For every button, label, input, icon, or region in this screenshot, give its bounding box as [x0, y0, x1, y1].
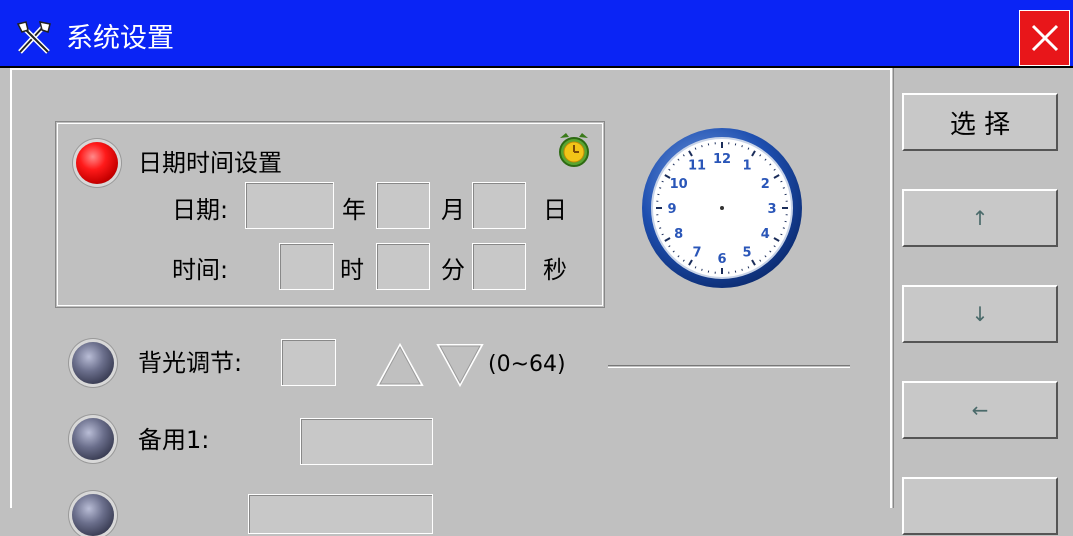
year-field[interactable]	[245, 182, 334, 229]
time-label: 时间:	[172, 255, 228, 285]
month-field[interactable]	[376, 182, 430, 229]
spare2-led-indicator[interactable]	[72, 494, 114, 536]
triangle-down-icon[interactable]	[436, 342, 484, 388]
backlight-slider-track[interactable]	[608, 365, 850, 368]
clock-number: 12	[713, 152, 731, 167]
left-button[interactable]: ←	[902, 381, 1058, 439]
up-button[interactable]: ↑	[902, 189, 1058, 247]
backlight-led-indicator[interactable]	[72, 342, 114, 384]
clock-tick	[783, 188, 785, 189]
clock-number: 6	[717, 252, 726, 267]
clock-number: 5	[742, 245, 751, 260]
clock-tick	[783, 228, 785, 229]
arrow-down-icon: ↓	[972, 302, 989, 326]
spare1-led-indicator[interactable]	[72, 418, 114, 460]
second-field[interactable]	[472, 243, 526, 290]
panel-divider	[890, 68, 892, 508]
panel-divider-shadow	[893, 68, 894, 508]
close-button[interactable]	[1019, 10, 1070, 66]
clock-tick	[742, 145, 743, 147]
clock-tick	[702, 145, 703, 147]
analog-clock: 12 12 3 45 6 78 9 1011	[640, 126, 804, 290]
arrow-up-icon: ↑	[972, 206, 989, 230]
clock-tick	[742, 269, 743, 271]
spare2-field[interactable]	[248, 494, 433, 534]
clock-number: 1	[742, 159, 751, 174]
alarm-clock-icon	[556, 130, 592, 170]
clock-number: 7	[692, 245, 701, 260]
month-unit: 月	[441, 195, 465, 225]
select-button[interactable]: 选 择	[902, 93, 1058, 151]
clock-number: 11	[688, 159, 706, 174]
day-unit: 日	[543, 195, 567, 225]
clock-center	[720, 206, 724, 210]
datetime-led-indicator[interactable]	[76, 142, 118, 184]
backlight-label: 背光调节:	[138, 348, 242, 378]
minute-field[interactable]	[376, 243, 430, 290]
day-field[interactable]	[472, 182, 526, 229]
down-button[interactable]: ↓	[902, 285, 1058, 343]
clock-number: 10	[670, 177, 688, 192]
clock-number: 2	[761, 177, 770, 192]
select-button-label: 选 择	[950, 104, 1010, 141]
clock-tick	[702, 269, 703, 271]
tools-icon	[14, 20, 54, 54]
backlight-field[interactable]	[281, 339, 336, 386]
clock-number: 3	[767, 202, 776, 217]
datetime-heading: 日期时间设置	[138, 148, 282, 178]
minute-unit: 分	[441, 255, 465, 285]
title-bar: 系统设置	[0, 0, 1073, 68]
backlight-range: (0~64)	[488, 350, 566, 380]
clock-tick	[659, 228, 661, 229]
spare1-field[interactable]	[300, 418, 433, 465]
triangle-up-icon[interactable]	[376, 342, 424, 388]
hour-field[interactable]	[279, 243, 334, 290]
clock-number: 4	[761, 227, 770, 242]
arrow-left-icon: ←	[972, 398, 989, 422]
second-unit: 秒	[543, 255, 567, 285]
spare1-label: 备用1:	[138, 425, 209, 455]
clock-number: 9	[667, 202, 676, 217]
close-icon	[1030, 23, 1060, 53]
date-label: 日期:	[172, 195, 228, 225]
hour-unit: 时	[340, 255, 364, 285]
window-title: 系统设置	[66, 22, 174, 56]
more-button[interactable]	[902, 477, 1058, 535]
clock-number: 8	[674, 227, 683, 242]
clock-tick	[659, 188, 661, 189]
year-unit: 年	[342, 195, 366, 225]
